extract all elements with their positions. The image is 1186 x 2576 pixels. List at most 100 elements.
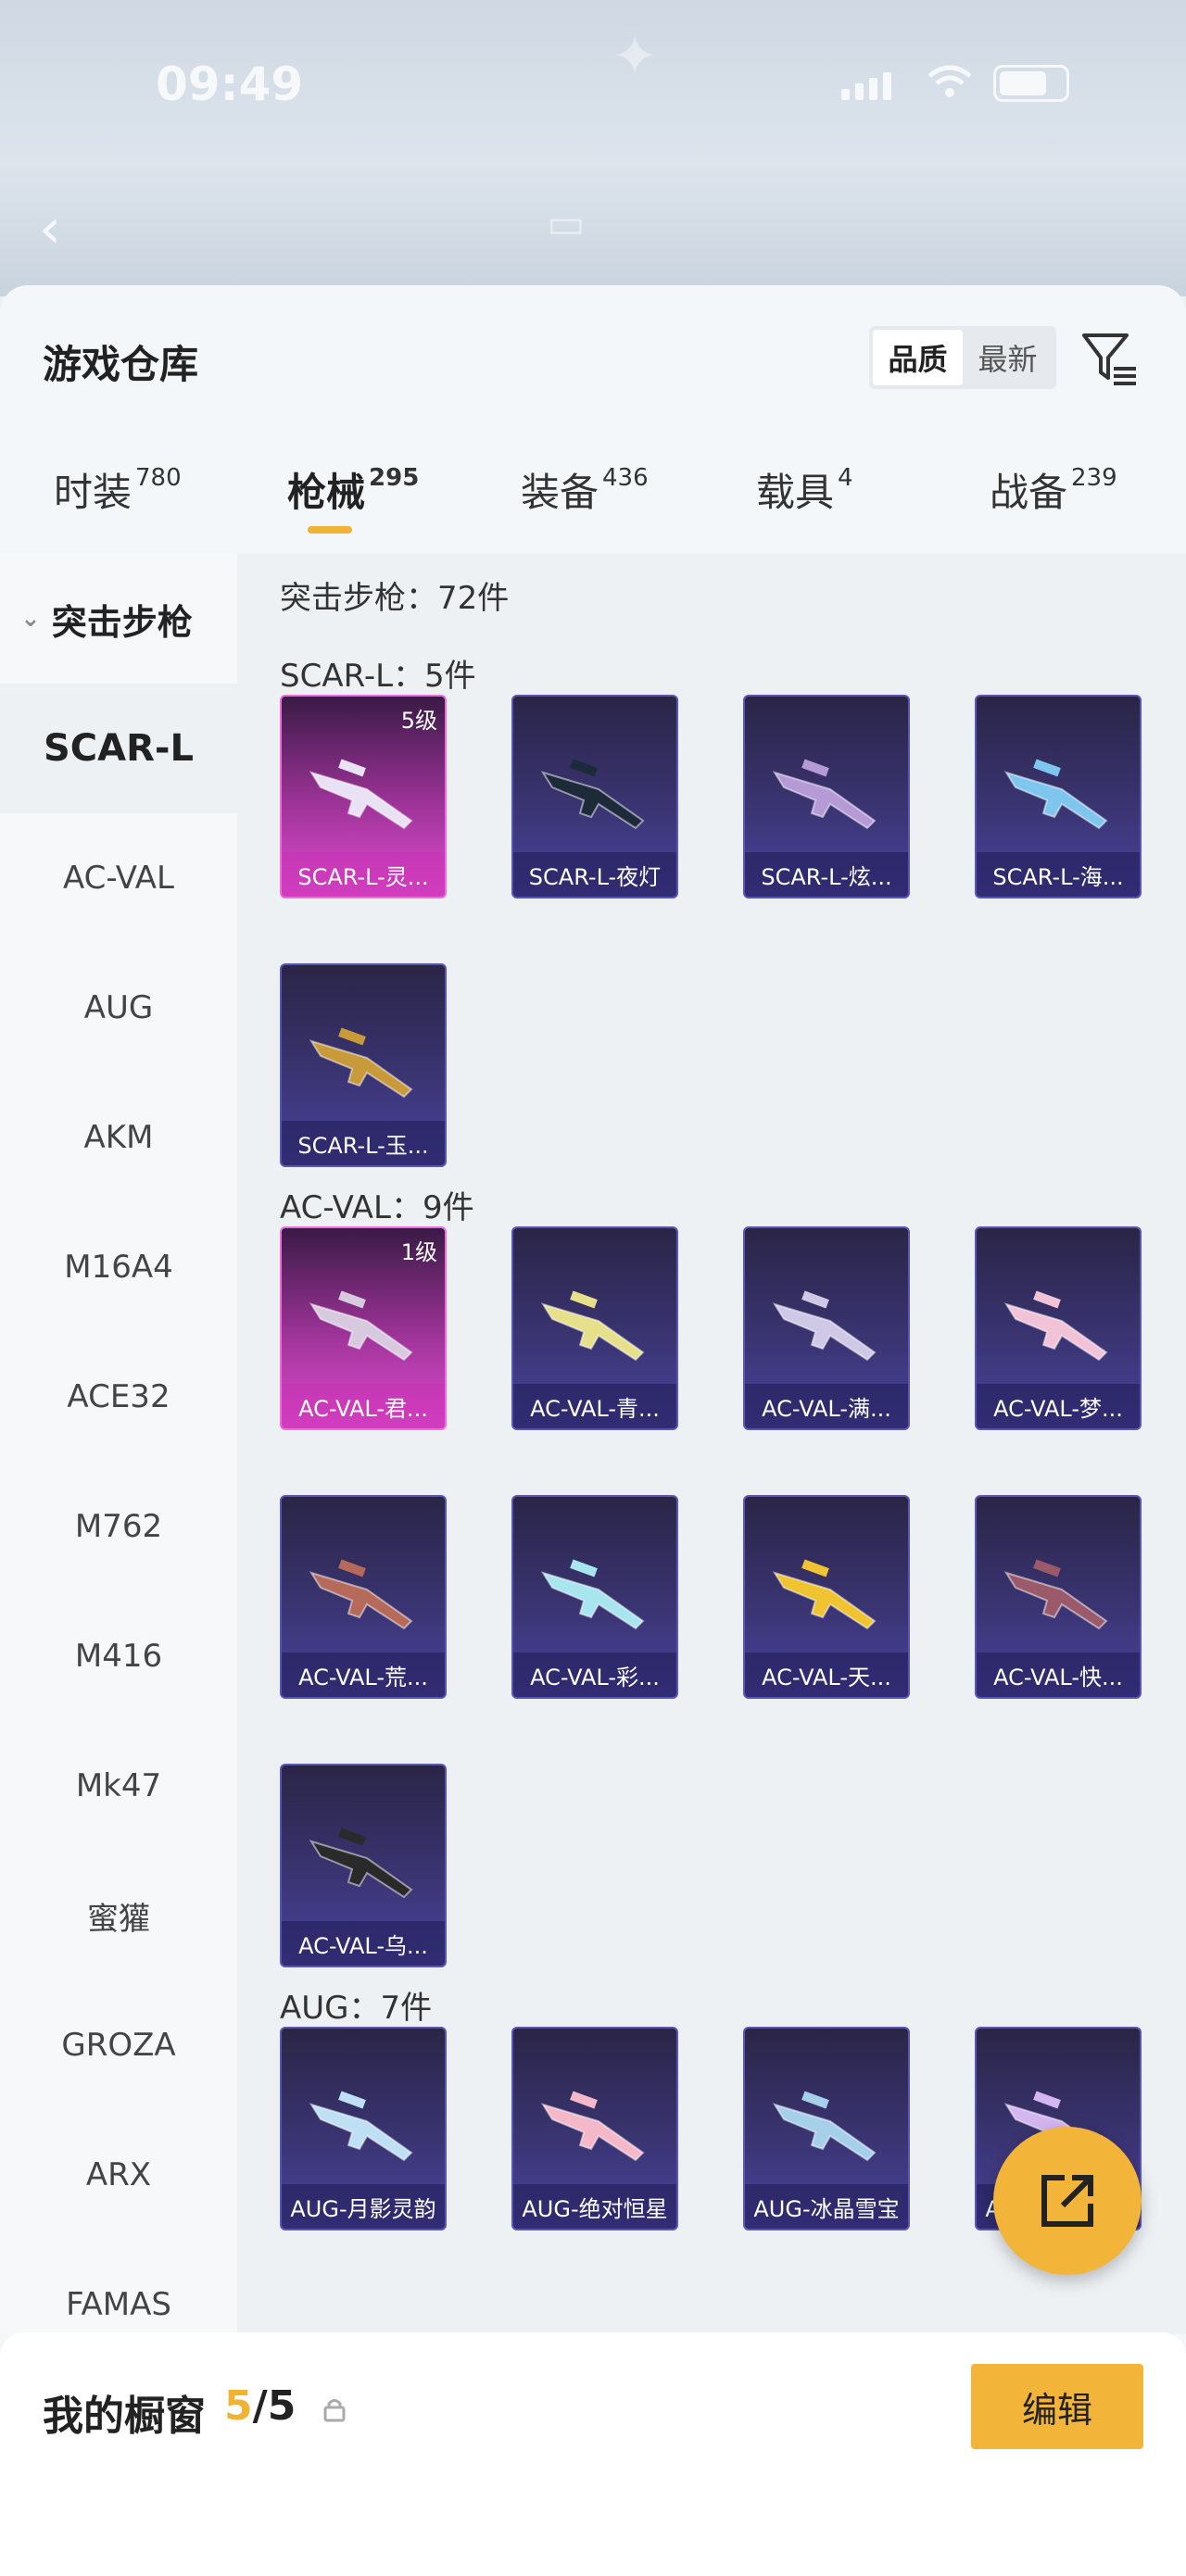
tab-label: 载具 [756,470,835,515]
filter-icon[interactable] [1080,330,1138,389]
rifle-icon [772,759,877,830]
group-title: SCAR-L：5件 [280,658,476,695]
sort-quality-button[interactable]: 品质 [873,330,963,385]
weapon-card[interactable]: AC-VAL-青... [511,1226,678,1430]
weapon-name: AC-VAL-彩... [513,1652,676,1697]
share-icon [1041,2175,1093,2227]
weapon-card[interactable]: AC-VAL-满... [743,1226,910,1430]
weapon-name: AC-VAL-青... [513,1384,676,1428]
back-icon[interactable]: ‹ [39,196,61,261]
weapon-card[interactable]: AC-VAL-梦... [975,1226,1142,1430]
weapon-card[interactable]: AC-VAL-天... [743,1495,910,1699]
battery-icon [993,65,1069,102]
category-total: 突击步枪：72件 [280,580,510,617]
sidebar-item-akm[interactable]: AKM [0,1073,237,1202]
rifle-icon [772,2091,877,2162]
sidebar-item-ace32[interactable]: ACE32 [0,1332,237,1462]
sort-newest-button[interactable]: 最新 [963,330,1053,385]
blurred-nav-title: ▭ [547,200,586,247]
sidebar-item-famas[interactable]: FAMAS [0,2240,237,2334]
weapon-name: AC-VAL-乌... [282,1921,445,1966]
weapon-card[interactable]: AC-VAL-快... [975,1495,1142,1699]
rifle-icon [772,1559,877,1630]
tab-supplies[interactable]: 战备 239 [990,461,1117,518]
tab-guns[interactable]: 枪械 295 [287,461,420,534]
weapon-card[interactable]: AUG-冰晶雪宝 [743,2027,910,2230]
wifi-icon [927,65,972,97]
weapon-card[interactable]: AC-VAL-乌... [280,1764,447,1967]
weapon-name: SCAR-L-玉... [282,1121,445,1165]
sidebar-item-honey-badger[interactable]: 蜜獾 [0,1851,237,1980]
showcase-current: 5 [224,2382,253,2430]
sidebar-item-m416[interactable]: M416 [0,1591,237,1721]
rifle-icon [540,759,645,830]
sidebar-item-m762[interactable]: M762 [0,1462,237,1591]
tab-label: 时装 [54,470,132,515]
weapon-card[interactable]: AUG-绝对恒星 [511,2027,678,2230]
rifle-icon [309,1828,413,1899]
sidebar-item-scar-l[interactable]: SCAR-L [0,684,237,813]
tab-label: 战备 [990,470,1068,515]
weapon-name: AC-VAL-荒... [282,1652,445,1697]
sidebar-category-label: 突击步枪 [51,601,193,643]
sidebar-category-assault-rifles[interactable]: ⌄ 突击步枪 [0,554,237,684]
weapon-card[interactable]: SCAR-L-炫... [743,695,910,898]
tab-fashion[interactable]: 时装 780 [54,461,182,518]
sidebar-item-ac-val[interactable]: AC-VAL [0,813,237,943]
weapon-name: AC-VAL-快... [977,1652,1140,1697]
tab-count: 436 [602,464,649,492]
sidebar-item-groza[interactable]: GROZA [0,1980,237,2110]
tab-count: 295 [369,464,420,492]
weapon-level: 1级 [400,1239,437,1265]
signal-icon [841,72,891,100]
lock-icon [323,2399,346,2422]
weapon-name: AUG-冰晶雪宝 [745,2184,908,2229]
weapon-card[interactable]: SCAR-L-海... [975,695,1142,898]
weapon-name: AC-VAL-梦... [977,1384,1140,1428]
weapon-name: SCAR-L-海... [977,852,1140,897]
weapon-name: AUG-月影灵韵 [282,2184,445,2229]
rifle-icon [540,1559,645,1630]
tab-count: 239 [1071,464,1117,492]
weapon-name: SCAR-L-夜灯 [513,852,676,897]
weapon-card[interactable]: 5级 SCAR-L-灵... [280,695,447,898]
weapon-card[interactable]: AC-VAL-荒... [280,1495,447,1699]
showcase-separator: / [252,2382,268,2430]
weapon-card[interactable]: AC-VAL-彩... [511,1495,678,1699]
blurred-logo: ✦ [612,24,659,89]
rifle-icon [1003,1559,1108,1630]
rifle-icon [309,1027,413,1099]
weapon-card[interactable]: 1级 AC-VAL-君... [280,1226,447,1430]
sidebar-item-mk47[interactable]: Mk47 [0,1721,237,1851]
page-title: 游戏仓库 [43,342,199,387]
tab-active-indicator [308,526,352,534]
weapon-name: SCAR-L-炫... [745,852,908,897]
rifle-icon [309,759,413,830]
rifle-icon [540,2091,645,2162]
status-time: 09:49 [156,57,304,111]
sidebar-item-m16a4[interactable]: M16A4 [0,1202,237,1332]
tab-count: 780 [135,464,182,492]
showcase-max: 5 [267,2382,296,2430]
rifle-icon [772,1290,877,1362]
weapon-card[interactable]: SCAR-L-夜灯 [511,695,678,898]
rifle-icon [1003,759,1108,830]
tab-equipment[interactable]: 装备 436 [521,461,649,518]
showcase-count: 5/5 [224,2382,296,2430]
sidebar-item-aug[interactable]: AUG [0,943,237,1073]
rifle-icon [540,1290,645,1362]
weapon-card[interactable]: SCAR-L-玉... [280,963,447,1167]
weapon-card[interactable]: AUG-月影灵韵 [280,2027,447,2230]
sidebar-item-arx[interactable]: ARX [0,2110,237,2240]
rifle-icon [309,1290,413,1362]
share-button[interactable] [993,2127,1142,2275]
weapon-grid: 突击步枪：72件 SCAR-L：5件 5级 SCAR-L-灵... SCAR-L-夜灯… [237,554,1186,2334]
edit-button[interactable]: 编辑 [971,2364,1143,2449]
rifle-icon [309,2091,413,2162]
status-bar-area: 09:49 ✦ ‹ ▭ [0,0,1186,296]
group-title: AUG：7件 [280,1990,433,2027]
tab-vehicles[interactable]: 载具 4 [756,461,853,518]
rifle-icon [1003,1290,1108,1362]
chevron-down-icon: ⌄ [20,605,41,633]
group-title: AC-VAL：9件 [280,1189,474,1226]
